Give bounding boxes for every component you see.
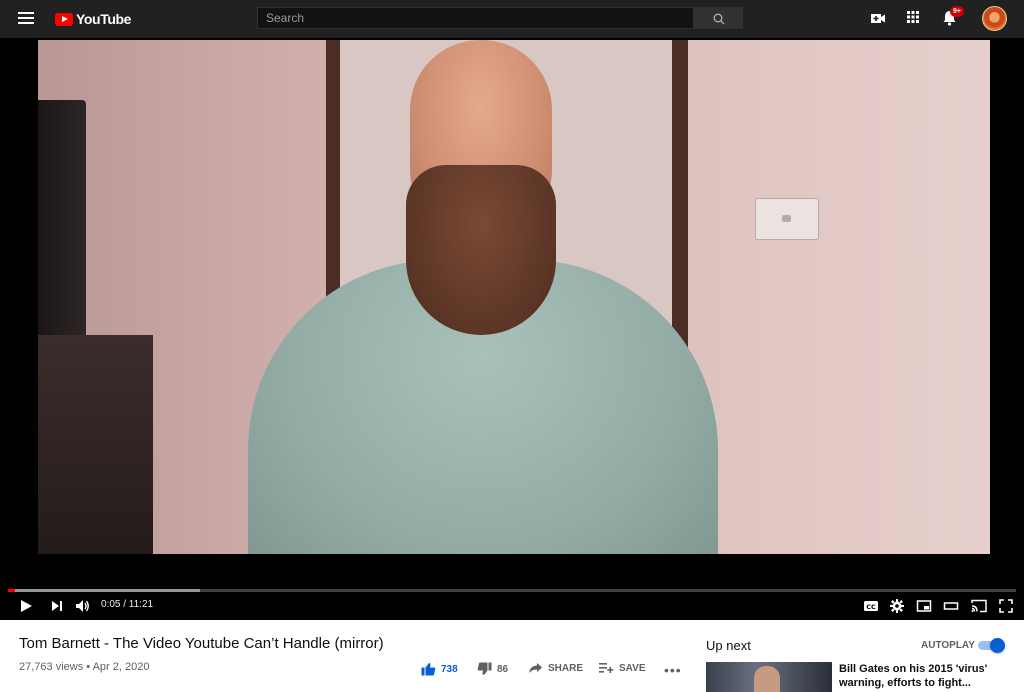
- video-cabinet: [38, 335, 153, 554]
- share-icon: [529, 663, 542, 673]
- settings-icon[interactable]: [889, 598, 905, 614]
- more-actions-button[interactable]: •••: [664, 662, 682, 678]
- share-button[interactable]: SHARE: [528, 662, 583, 674]
- avatar[interactable]: [982, 6, 1007, 31]
- top-bar: YouTube 9+: [0, 0, 1024, 38]
- video-meta: 27,763 views • Apr 2, 2020: [19, 661, 150, 673]
- save-button[interactable]: SAVE: [599, 662, 646, 674]
- youtube-play-icon: [55, 12, 73, 26]
- volume-icon[interactable]: [75, 598, 91, 614]
- video-player: 0:05 / 11:21 CC: [0, 38, 1024, 620]
- captions-icon[interactable]: CC: [863, 598, 879, 614]
- share-label: SHARE: [548, 662, 584, 674]
- video-frame[interactable]: [38, 40, 990, 554]
- dislike-button[interactable]: 86: [477, 662, 508, 676]
- autoplay-label: AUTOPLAY: [921, 640, 975, 651]
- search-input[interactable]: [257, 7, 694, 29]
- like-button[interactable]: 738: [421, 662, 458, 676]
- search-icon: [713, 13, 725, 25]
- thumb-up-icon: [421, 663, 436, 676]
- youtube-logo[interactable]: YouTube: [55, 10, 131, 28]
- toggle-knob: [990, 638, 1005, 653]
- dislike-count: 86: [497, 663, 509, 675]
- menu-icon[interactable]: [18, 12, 34, 26]
- playlist-add-icon: [599, 663, 614, 673]
- time-display: 0:05 / 11:21: [101, 599, 154, 610]
- video-person-beard: [406, 165, 556, 335]
- play-icon[interactable]: [19, 598, 33, 614]
- miniplayer-icon[interactable]: [916, 598, 932, 614]
- cast-icon[interactable]: [970, 598, 988, 614]
- thumb-down-icon: [477, 662, 492, 675]
- search-button[interactable]: [694, 7, 743, 29]
- notification-badge: 9+: [950, 6, 964, 17]
- like-count: 738: [441, 663, 458, 675]
- fullscreen-icon[interactable]: [998, 598, 1014, 614]
- progress-buffered: [8, 589, 200, 592]
- video-title: Tom Barnett - The Video Youtube Can’t Ha…: [19, 635, 384, 652]
- autoplay-toggle[interactable]: [976, 638, 1005, 653]
- up-next-heading: Up next: [706, 638, 751, 653]
- video-light-switch: [755, 198, 819, 240]
- next-icon[interactable]: [50, 598, 64, 614]
- theater-icon[interactable]: [943, 598, 959, 614]
- apps-icon[interactable]: [906, 10, 920, 24]
- recommendation-title[interactable]: Bill Gates on his 2015 'virus' warning, …: [839, 662, 999, 690]
- progress-bar[interactable]: [8, 589, 1016, 592]
- progress-played: [8, 589, 16, 592]
- create-video-icon[interactable]: [870, 10, 886, 26]
- save-label: SAVE: [619, 662, 646, 674]
- svg-text:CC: CC: [866, 603, 876, 611]
- recommendation-thumbnail[interactable]: [706, 662, 832, 692]
- logo-text: YouTube: [76, 11, 132, 27]
- video-speaker: [38, 100, 86, 360]
